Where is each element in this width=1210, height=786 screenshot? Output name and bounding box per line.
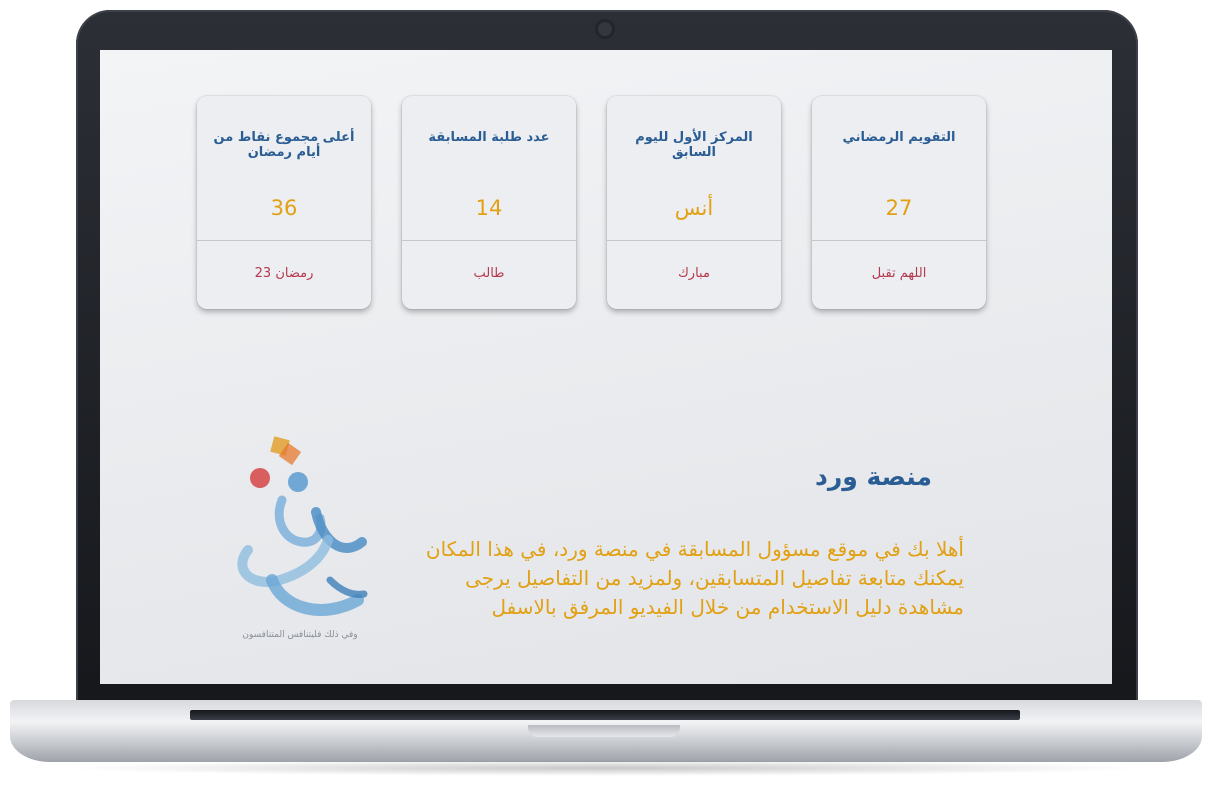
card-title: عدد طلبة المسابقة bbox=[428, 130, 550, 145]
card-footer: رمضان 23 bbox=[254, 266, 314, 281]
card-value: 27 bbox=[885, 196, 913, 220]
card-footer: طالب bbox=[473, 266, 505, 281]
welcome-text: أهلا بك في موقع مسؤول المسابقة في منصة و… bbox=[425, 537, 964, 619]
ward-logo-icon bbox=[237, 436, 368, 616]
card-divider bbox=[197, 240, 371, 241]
laptop-notch bbox=[528, 725, 680, 737]
card-divider bbox=[402, 240, 576, 241]
card-title: أعلى مجموع نقاط من أيام رمضان bbox=[213, 130, 355, 160]
card-footer: مبارك bbox=[678, 266, 710, 281]
card-ramadan-calendar[interactable]: التقويم الرمضاني 27 اللهم تقبل bbox=[812, 96, 986, 309]
stats-cards: التقويم الرمضاني 27 اللهم تقبل المركز ال… bbox=[192, 96, 986, 312]
card-student-count[interactable]: عدد طلبة المسابقة 14 طالب bbox=[402, 96, 576, 309]
card-first-place[interactable]: المركز الأول لليوم السابق أنس مبارك bbox=[607, 96, 781, 309]
card-title: التقويم الرمضاني bbox=[842, 130, 956, 145]
logo-tagline: وفي ذلك فليتنافس المتنافسون bbox=[242, 630, 358, 640]
card-value: أنس bbox=[674, 196, 714, 220]
card-value: 36 bbox=[270, 196, 298, 220]
laptop-shadow bbox=[60, 760, 1150, 776]
card-value: 14 bbox=[475, 196, 503, 220]
camera-icon bbox=[598, 22, 612, 36]
card-divider bbox=[607, 240, 781, 241]
screen: التقويم الرمضاني 27 اللهم تقبل المركز ال… bbox=[100, 50, 1112, 684]
card-divider bbox=[812, 240, 986, 241]
platform-title: منصة ورد bbox=[815, 462, 932, 491]
card-top-score[interactable]: أعلى مجموع نقاط من أيام رمضان 36 رمضان 2… bbox=[197, 96, 371, 309]
card-title: المركز الأول لليوم السابق bbox=[635, 130, 753, 160]
card-footer: اللهم تقبل bbox=[871, 266, 927, 281]
laptop-keyboard-edge bbox=[190, 710, 1020, 720]
